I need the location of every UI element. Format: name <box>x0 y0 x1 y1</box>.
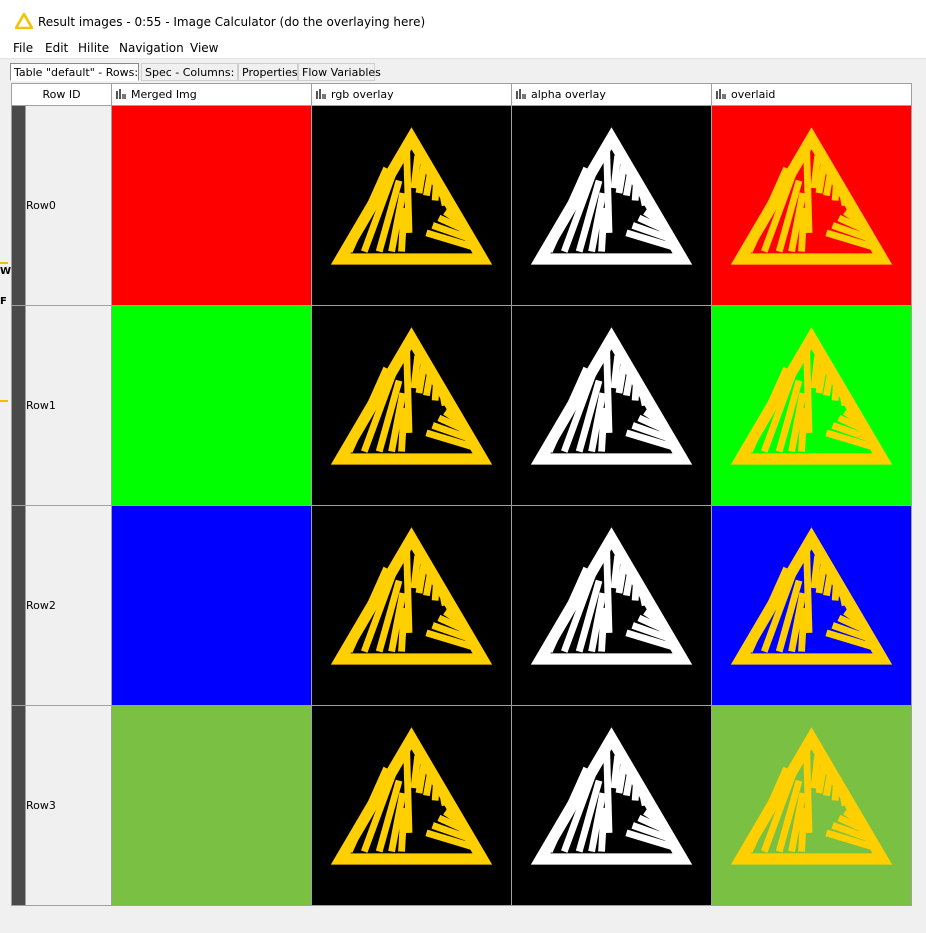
image-column-icon <box>316 89 326 99</box>
column-header-label: alpha overlay <box>531 88 606 101</box>
merged-img-cell[interactable] <box>111 705 312 906</box>
overlaid-image <box>712 306 911 505</box>
column-header-label: overlaid <box>731 88 776 101</box>
table-row[interactable]: Row3 <box>11 705 912 906</box>
image-column-icon <box>716 89 726 99</box>
image-column-icon <box>516 89 526 99</box>
row-marker <box>11 505 26 706</box>
table-view: Row ID Merged Img rgb overlay alpha over… <box>11 83 926 933</box>
row-id-cell[interactable]: Row3 <box>25 705 112 906</box>
header-row: Row ID Merged Img rgb overlay alpha over… <box>11 83 912 106</box>
background-node-line <box>0 400 8 402</box>
row-marker <box>11 105 26 306</box>
rowid-header[interactable]: Row ID <box>11 83 112 106</box>
rgb-overlay-cell[interactable] <box>311 505 512 706</box>
merged-img-cell[interactable] <box>111 505 312 706</box>
rgb-overlay-cell[interactable] <box>311 105 512 306</box>
background-node-mark: F <box>0 296 7 307</box>
merged-img-cell[interactable] <box>111 105 312 306</box>
tab-bar: Table "default" - Rows: 4 Spec - Columns… <box>0 58 926 84</box>
alpha-overlay-image <box>512 306 711 505</box>
overlaid-cell[interactable] <box>711 505 912 706</box>
rgb-overlay-image <box>312 706 511 905</box>
menu-navigation[interactable]: Navigation <box>119 41 184 55</box>
background-node-line <box>0 262 8 264</box>
column-header-rgb-overlay[interactable]: rgb overlay <box>311 83 512 106</box>
tab-flow-variables[interactable]: Flow Variables <box>298 63 381 81</box>
window-title: Result images - 0:55 - Image Calculator … <box>38 15 426 29</box>
knime-triangle-icon <box>15 13 33 29</box>
column-header-overlaid[interactable]: overlaid <box>711 83 912 106</box>
menu-hilite[interactable]: Hilite <box>78 41 109 55</box>
column-header-alpha-overlay[interactable]: alpha overlay <box>511 83 712 106</box>
menu-view[interactable]: View <box>190 41 218 55</box>
alpha-overlay-cell[interactable] <box>511 305 712 506</box>
column-header-merged-img[interactable]: Merged Img <box>111 83 312 106</box>
rgb-overlay-image <box>312 506 511 705</box>
overlaid-image <box>712 106 911 305</box>
row-marker <box>11 705 26 906</box>
merged-image <box>112 106 311 305</box>
data-table: Row ID Merged Img rgb overlay alpha over… <box>11 83 912 906</box>
row-id-cell[interactable]: Row0 <box>25 105 112 306</box>
table-row[interactable]: Row1 <box>11 305 912 506</box>
menu-edit[interactable]: Edit <box>45 41 68 55</box>
alpha-overlay-cell[interactable] <box>511 105 712 306</box>
merged-image <box>112 306 311 505</box>
background-workflow-edge: W F <box>0 83 11 933</box>
image-column-icon <box>116 89 126 99</box>
alpha-overlay-image <box>512 506 711 705</box>
tab-table-default[interactable]: Table "default" - Rows: 4 <box>10 63 149 81</box>
overlaid-cell[interactable] <box>711 305 912 506</box>
overlaid-cell[interactable] <box>711 705 912 906</box>
rgb-overlay-cell[interactable] <box>311 305 512 506</box>
rgb-overlay-image <box>312 306 511 505</box>
rgb-overlay-image <box>312 106 511 305</box>
column-header-label: rgb overlay <box>331 88 394 101</box>
column-header-label: Merged Img <box>131 88 197 101</box>
row-id-cell[interactable]: Row1 <box>25 305 112 506</box>
merged-image <box>112 706 311 905</box>
row-id-cell[interactable]: Row2 <box>25 505 112 706</box>
overlaid-cell[interactable] <box>711 105 912 306</box>
table-row[interactable]: Row2 <box>11 505 912 706</box>
alpha-overlay-cell[interactable] <box>511 705 712 906</box>
menu-file[interactable]: File <box>13 41 33 55</box>
menu-bar: File Edit Hilite Navigation View <box>0 38 926 58</box>
tab-spec[interactable]: Spec - Columns: 4 <box>141 63 245 81</box>
alpha-overlay-image <box>512 706 711 905</box>
background-node-mark: W <box>0 266 12 277</box>
table-row[interactable]: Row0 <box>11 105 912 306</box>
merged-image <box>112 506 311 705</box>
alpha-overlay-image <box>512 106 711 305</box>
rgb-overlay-cell[interactable] <box>311 705 512 906</box>
tab-properties[interactable]: Properties <box>238 63 298 81</box>
row-marker <box>11 305 26 506</box>
alpha-overlay-cell[interactable] <box>511 505 712 706</box>
title-bar: Result images - 0:55 - Image Calculator … <box>0 0 926 38</box>
overlaid-image <box>712 706 911 905</box>
overlaid-image <box>712 506 911 705</box>
merged-img-cell[interactable] <box>111 305 312 506</box>
